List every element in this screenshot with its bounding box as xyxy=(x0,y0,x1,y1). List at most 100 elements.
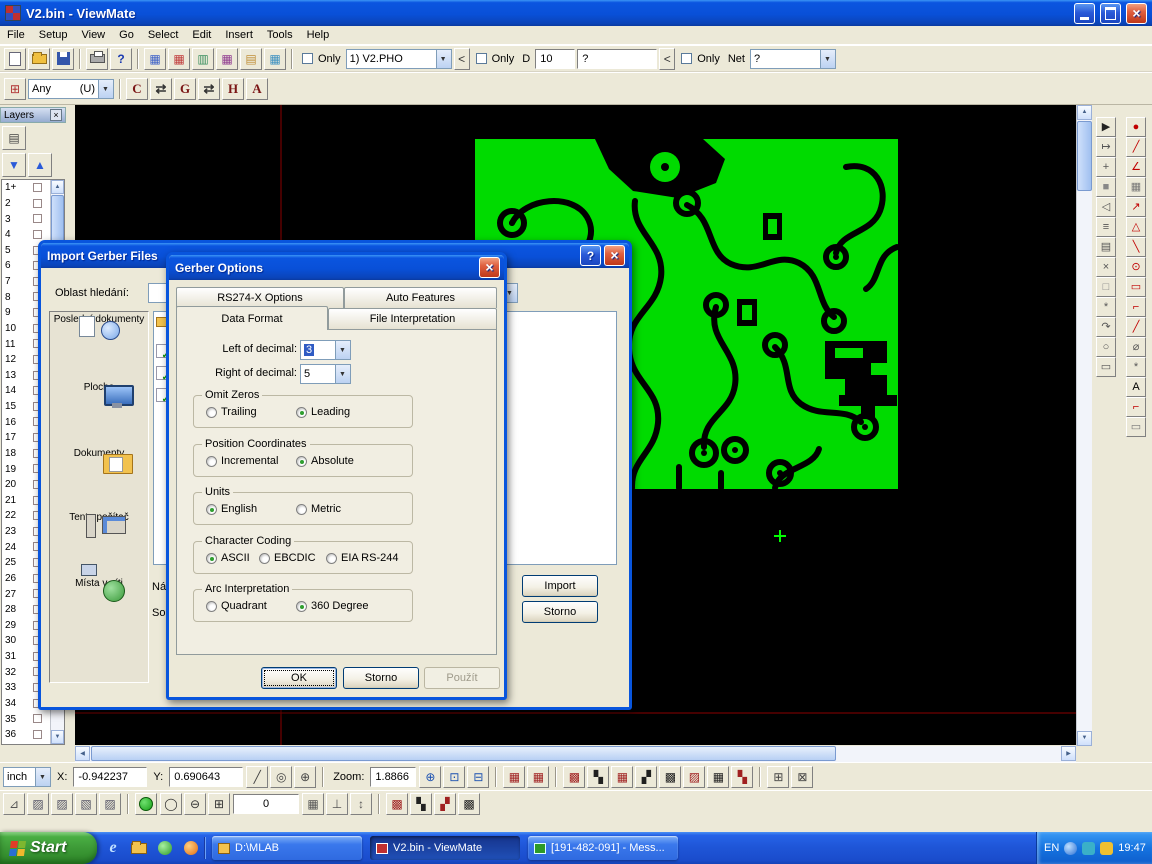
tool-icon[interactable]: ╱ xyxy=(1126,317,1146,337)
pattern-tool-icon[interactable]: ▦ xyxy=(707,766,729,788)
pattern-tool-icon[interactable]: ▩ xyxy=(563,766,585,788)
place-recent[interactable]: Poslední dokumenty xyxy=(52,314,146,325)
measure-tool-icon[interactable]: ⊕ xyxy=(294,766,316,788)
scroll-left-icon[interactable] xyxy=(75,746,90,761)
tool-icon[interactable]: * xyxy=(1096,297,1116,317)
units-combo[interactable]: inch xyxy=(3,767,51,787)
net-combo[interactable]: ? xyxy=(750,49,836,69)
tab-file-interpretation[interactable]: File Interpretation xyxy=(328,308,497,329)
snap-tool-icon[interactable]: ↕ xyxy=(350,793,372,815)
quick-launch-browser[interactable] xyxy=(182,839,200,857)
radio-ebcdic[interactable] xyxy=(259,553,270,564)
radio-label[interactable]: EBCDIC xyxy=(274,552,316,564)
menu-item[interactable]: View xyxy=(74,27,112,43)
tab-rs274x-options[interactable]: RS274-X Options xyxy=(176,287,344,308)
pattern-tool-icon[interactable]: ▞ xyxy=(635,766,657,788)
vertical-scrollbar[interactable] xyxy=(1076,105,1092,746)
scroll-up-icon[interactable] xyxy=(1077,105,1092,120)
menu-item[interactable]: Tools xyxy=(260,27,300,43)
task-button-viewmate[interactable]: V2.bin - ViewMate xyxy=(370,836,520,860)
measure-tool-icon[interactable]: ╱ xyxy=(246,766,268,788)
print-button[interactable] xyxy=(86,48,108,70)
tab-data-format[interactable]: Data Format xyxy=(176,306,328,330)
signal-light-button[interactable] xyxy=(135,793,157,815)
tool-icon[interactable]: ≡ xyxy=(1096,217,1116,237)
tool-icon[interactable]: ▭ xyxy=(1126,277,1146,297)
layer-visibility-checkbox[interactable] xyxy=(33,230,42,239)
layer-combo[interactable]: 1) V2.PHO xyxy=(346,49,452,69)
aperture-list-icon[interactable]: ⊞ xyxy=(4,78,26,100)
only-layer-checkbox[interactable] xyxy=(302,53,313,64)
open-file-button[interactable] xyxy=(28,48,50,70)
quick-launch-explorer[interactable] xyxy=(130,839,148,857)
probe-tool-icon[interactable]: ◯ xyxy=(160,793,182,815)
place-computer[interactable]: Tento počítač xyxy=(52,512,146,523)
snap-tool-icon[interactable]: ▦ xyxy=(302,793,324,815)
import-button[interactable]: Import xyxy=(522,575,598,597)
pattern-tool-icon[interactable]: ▨ xyxy=(683,766,705,788)
menu-item[interactable]: Insert xyxy=(218,27,260,43)
dialog-help-button[interactable] xyxy=(580,245,601,266)
layer-up-button[interactable]: ▲ xyxy=(28,153,52,177)
display-mode-icon[interactable]: ▦ xyxy=(264,48,286,70)
restore-button[interactable] xyxy=(1100,3,1121,24)
radio-leading[interactable] xyxy=(296,407,307,418)
dcode-query-input[interactable]: ? xyxy=(577,49,657,69)
tool-icon[interactable]: ╲ xyxy=(1126,237,1146,257)
measure-tool-icon[interactable]: ◎ xyxy=(270,766,292,788)
close-button[interactable] xyxy=(1126,3,1147,24)
radio-label[interactable]: 360 Degree xyxy=(311,600,369,612)
tool-icon[interactable]: ○ xyxy=(1096,337,1116,357)
only-net-checkbox[interactable] xyxy=(681,53,692,64)
task-button-mlab[interactable]: D:\MLAB xyxy=(212,836,362,860)
tool-icon[interactable]: △ xyxy=(1126,217,1146,237)
place-desktop[interactable]: Plocha xyxy=(52,382,146,393)
scroll-up-icon[interactable] xyxy=(51,180,64,194)
radio-incremental[interactable] xyxy=(206,456,217,467)
clock[interactable]: 19:47 xyxy=(1118,842,1146,854)
radio-label[interactable]: Leading xyxy=(311,406,350,418)
tool-icon[interactable]: A xyxy=(1126,377,1146,397)
probe-tool-icon[interactable]: ⊞ xyxy=(208,793,230,815)
tool-icon[interactable]: ▭ xyxy=(1096,357,1116,377)
tool-icon[interactable]: + xyxy=(1096,157,1116,177)
radio-trailing[interactable] xyxy=(206,407,217,418)
tool-icon[interactable]: ⌐ xyxy=(1126,397,1146,417)
ok-button[interactable]: OK xyxy=(261,667,337,689)
radio-label[interactable]: ASCII xyxy=(221,552,250,564)
probe-tool-icon[interactable]: ⊖ xyxy=(184,793,206,815)
x-coordinate-field[interactable]: -0.942237 xyxy=(73,767,147,787)
zoom-value-field[interactable]: 1.8866 xyxy=(370,767,416,787)
radio-label[interactable]: EIA RS-244 xyxy=(341,552,398,564)
display-mode-icon[interactable]: ▦ xyxy=(216,48,238,70)
radio-360-degree[interactable] xyxy=(296,601,307,612)
menu-item[interactable]: Setup xyxy=(32,27,75,43)
chevron-down-icon[interactable] xyxy=(436,50,451,68)
radio-label[interactable]: Incremental xyxy=(221,455,278,467)
display-mode-icon[interactable]: ▥ xyxy=(192,48,214,70)
prev-dcode-button[interactable]: < xyxy=(454,48,470,70)
grid-tool-icon[interactable]: ▦ xyxy=(503,766,525,788)
dialog-close-button[interactable] xyxy=(479,257,500,278)
grid-tool-icon[interactable]: ▦ xyxy=(527,766,549,788)
pattern-tool-icon[interactable]: ▚ xyxy=(410,793,432,815)
prev-net-button[interactable]: < xyxy=(659,48,675,70)
left-of-decimal-combo[interactable]: 3 xyxy=(300,340,351,360)
highlight-mode-button[interactable]: H xyxy=(222,78,244,100)
menu-item[interactable]: File xyxy=(0,27,32,43)
tool-icon[interactable]: ⊙ xyxy=(1126,257,1146,277)
tool-icon[interactable]: ⌐ xyxy=(1126,297,1146,317)
right-of-decimal-combo[interactable]: 5 xyxy=(300,364,351,384)
layer-visibility-checkbox[interactable] xyxy=(33,199,42,208)
pattern-tool-icon[interactable]: ▩ xyxy=(458,793,480,815)
layer-visibility-checkbox[interactable] xyxy=(33,714,42,723)
tool-icon[interactable]: ▭ xyxy=(1126,417,1146,437)
menu-item[interactable]: Help xyxy=(300,27,337,43)
tool-icon[interactable]: ╱ xyxy=(1126,137,1146,157)
y-coordinate-field[interactable]: 0.690643 xyxy=(169,767,243,787)
task-button-messenger[interactable]: [191-482-091] - Mess... xyxy=(528,836,678,860)
selection-filter-combo[interactable]: Any (U) xyxy=(28,79,114,99)
radio-english[interactable] xyxy=(206,504,217,515)
chevron-down-icon[interactable] xyxy=(335,341,350,359)
tool-icon[interactable]: ▤ xyxy=(1096,237,1116,257)
